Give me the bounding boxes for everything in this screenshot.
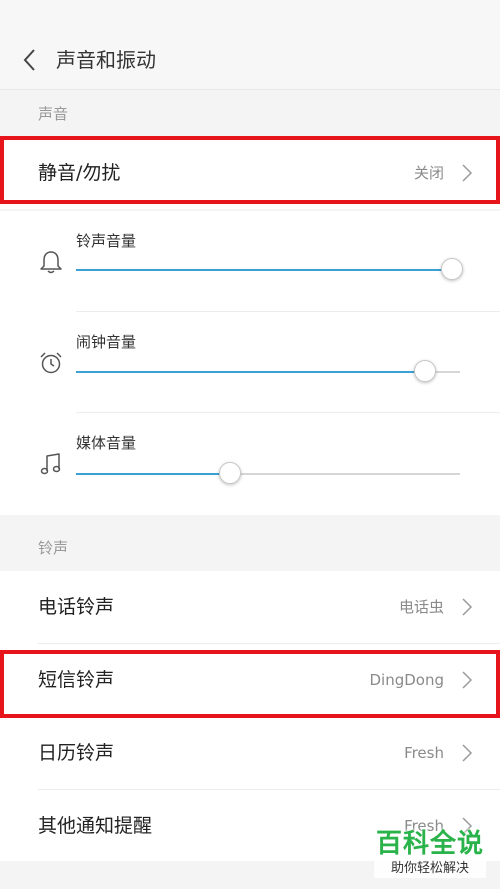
highlight-box-sms xyxy=(0,650,500,718)
alarm-volume-fill xyxy=(76,371,426,373)
other-notification-title: 其他通知提醒 xyxy=(38,815,153,837)
calendar-ringtone-value: Fresh xyxy=(404,744,444,762)
ring-volume-row: 铃声音量 xyxy=(0,211,500,311)
chevron-right-icon xyxy=(462,744,473,762)
alarm-volume-label: 闹钟音量 xyxy=(76,333,137,351)
watermark-title: 百科全说 xyxy=(375,829,484,859)
phone-ringtone-row[interactable]: 电话铃声 电话虫 xyxy=(0,571,500,643)
chevron-left-icon[interactable] xyxy=(18,46,42,74)
ring-volume-thumb[interactable] xyxy=(441,258,464,280)
media-volume-slider[interactable] xyxy=(76,462,460,484)
section-label-sound: 声音 xyxy=(38,105,69,123)
title-bar: 声音和振动 xyxy=(0,0,500,90)
alarm-volume-slider[interactable] xyxy=(76,360,460,382)
ring-volume-label: 铃声音量 xyxy=(76,232,137,250)
phone-ringtone-title: 电话铃声 xyxy=(38,596,115,618)
media-volume-row: 媒体音量 xyxy=(0,413,500,515)
alarm-clock-icon xyxy=(40,352,62,374)
watermark-subtitle: 助你轻松解决 xyxy=(374,860,486,878)
bell-icon xyxy=(40,251,62,274)
alarm-volume-row: 闹钟音量 xyxy=(0,312,500,412)
calendar-ringtone-row[interactable]: 日历铃声 Fresh xyxy=(0,717,500,789)
page-title: 声音和振动 xyxy=(56,48,156,72)
media-volume-label: 媒体音量 xyxy=(76,434,137,452)
watermark-logo: 百科全说 助你轻松解决 xyxy=(374,828,486,884)
chevron-right-icon xyxy=(462,598,473,616)
calendar-ringtone-title: 日历铃声 xyxy=(38,742,115,764)
music-note-icon xyxy=(40,453,61,475)
highlight-box-mute xyxy=(0,136,500,204)
alarm-volume-thumb[interactable] xyxy=(414,360,437,382)
media-volume-thumb[interactable] xyxy=(218,462,241,484)
ring-volume-fill xyxy=(76,269,453,271)
ring-volume-slider[interactable] xyxy=(76,258,464,280)
section-label-ringtones: 铃声 xyxy=(38,539,69,557)
volume-panel: 铃声音量 闹钟音量 媒体音量 xyxy=(0,211,500,515)
media-volume-fill xyxy=(76,473,230,475)
phone-ringtone-value: 电话虫 xyxy=(398,598,444,616)
